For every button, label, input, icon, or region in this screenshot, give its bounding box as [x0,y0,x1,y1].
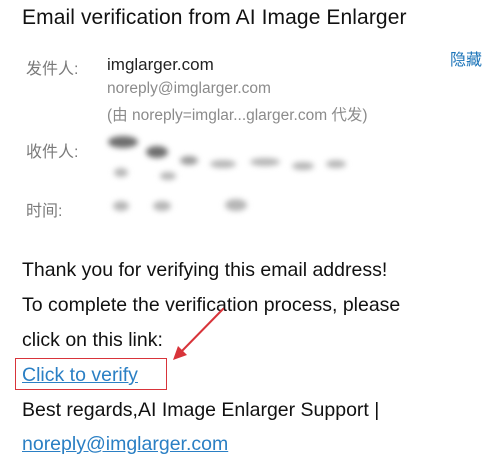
time-redacted [105,193,275,221]
annotation-arrow-icon [173,308,224,360]
hide-details-link[interactable]: 隐藏 [450,46,482,70]
email-subject: Email verification from AI Image Enlarge… [22,6,407,29]
sender-email: noreply@imglarger.com [107,80,271,97]
body-line-4: Best regards,AI Image Enlarger Support | [22,399,380,421]
sender-name: imglarger.com [107,55,214,74]
verify-link[interactable]: Click to verify [22,359,138,391]
recipient-label: 收件人: [26,144,79,161]
body-line-3: click on this link: [22,329,163,351]
sender-label: 发件人: [26,61,79,78]
time-label: 时间: [26,203,63,220]
support-email-link[interactable]: noreply@imglarger.com [22,428,228,460]
sender-via: (由 noreply=imglar...glarger.com 代发) [107,107,368,124]
body-line-1: Thank you for verifying this email addre… [22,259,388,281]
recipient-redacted [100,130,360,188]
